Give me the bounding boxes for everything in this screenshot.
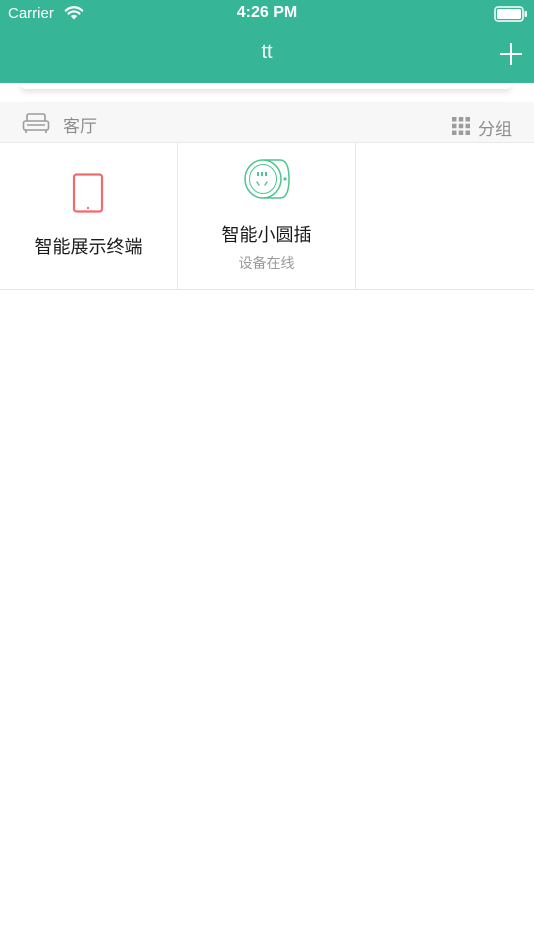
room-bar: 客厅 分组	[0, 102, 534, 143]
tablet-icon	[72, 173, 104, 213]
device-status: 设备在线	[238, 256, 295, 272]
device-name: 智能小圆插	[221, 225, 312, 246]
device-name: 智能展示终端	[34, 237, 143, 258]
room-name: 客厅	[63, 117, 97, 137]
status-bar: Carrier 4:26 PM	[0, 0, 534, 28]
grid-icon	[452, 117, 470, 135]
status-time: 4:26 PM	[236, 4, 298, 21]
device-grid: 智能展示终端 智能小圆插 设备在线	[0, 143, 534, 290]
sofa-icon	[22, 113, 50, 133]
battery-icon	[494, 6, 527, 22]
page-title: tt	[261, 41, 273, 63]
plus-icon[interactable]	[499, 42, 523, 66]
header-shadow	[20, 83, 512, 89]
app-header: Carrier 4:26 PM tt	[0, 0, 534, 83]
smart-plug-icon	[244, 159, 290, 199]
device-card-smart-plug[interactable]: 智能小圆插 设备在线	[178, 143, 356, 289]
device-card-empty	[356, 143, 534, 289]
group-label: 分组	[478, 120, 512, 140]
device-card-display-terminal[interactable]: 智能展示终端	[0, 143, 178, 289]
